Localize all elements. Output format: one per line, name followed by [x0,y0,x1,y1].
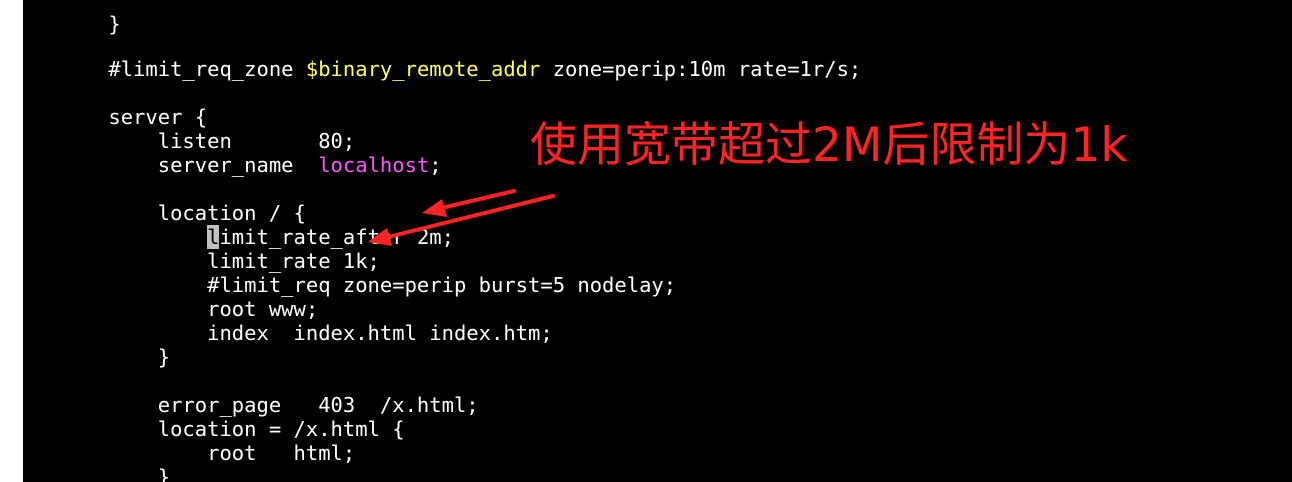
code-line-top-brace: } [108,12,121,36]
code-line-root-html: root html; [108,441,356,465]
code-line-index: index index.html index.htm; [108,321,553,345]
code-line-location-x: location = /x.html { [108,417,405,441]
string-token: localhost [318,153,430,177]
code-line-server: server { [108,105,208,129]
code-line-limit-req: #limit_req zone=perip burst=5 nodelay; [108,273,677,297]
code-line-server-name: server_name localhost; [108,153,442,177]
code-line-limit-req-zone: #limit_req_zone $binary_remote_addr zone… [108,57,862,81]
code-line-close-location: } [108,345,171,369]
code-line-limit-rate-after: limit_rate_after 2m; [207,225,454,249]
code-line-error-page: error_page 403 /x.html; [108,393,479,417]
code-line-close-location-x: } [108,465,171,482]
code-line-location: location / { [108,201,306,225]
code-line-root: root www; [108,297,319,321]
code-editor[interactable]: } #limit_req_zone $binary_remote_addr zo… [23,0,1292,482]
annotation-label: 使用宽带超过2M后限制为1k [530,118,1128,173]
variable-token: $binary_remote_addr [305,57,541,81]
code-line-listen: listen 80; [108,129,356,153]
code-line-limit-rate: limit_rate 1k; [108,249,380,273]
